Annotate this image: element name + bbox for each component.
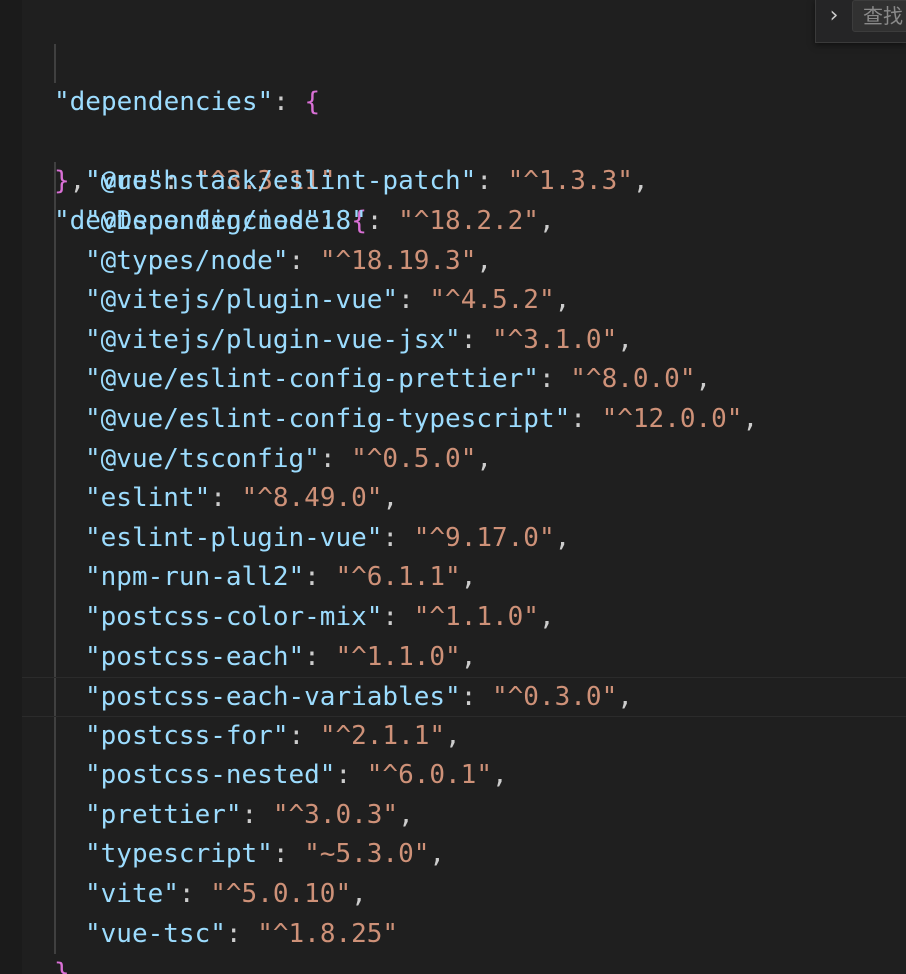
- json-key: "@vue/tsconfig": [85, 443, 320, 474]
- indent-guide: [54, 518, 56, 559]
- code-line[interactable]: "@vitejs/plugin-vue-jsx": "^3.1.0",: [0, 320, 906, 361]
- indent-guide: [54, 637, 56, 678]
- json-key: "vue-tsc": [85, 918, 226, 949]
- code-line[interactable]: "postcss-color-mix": "^1.1.0",: [0, 597, 906, 638]
- json-key: "eslint-plugin-vue": [85, 522, 383, 553]
- code-line[interactable]: "@vitejs/plugin-vue": "^4.5.2",: [0, 281, 906, 321]
- indent-guide: [54, 875, 56, 915]
- json-value: "^3.0.3": [272, 799, 399, 830]
- json-value: "^1.8.25": [257, 918, 399, 949]
- json-value: "^4.5.2": [429, 285, 555, 316]
- json-key: "postcss-each-variables": [85, 682, 461, 713]
- json-key: "@types/node": [85, 245, 289, 276]
- code-line-devdependencies-open[interactable]: "devDependencies": {: [0, 123, 906, 236]
- json-key: "eslint": [85, 483, 211, 514]
- code-line[interactable]: "eslint-plugin-vue": "^9.17.0",: [0, 518, 906, 559]
- json-value: "^18.19.3": [319, 245, 477, 276]
- json-value: "^1.1.0": [413, 601, 539, 632]
- code-line[interactable]: "prettier": "^3.0.3",: [0, 795, 906, 836]
- json-value: "^0.3.0": [492, 682, 618, 713]
- indent-guide: [54, 479, 56, 519]
- code-line[interactable]: "vue-tsc": "^1.8.25": [0, 914, 906, 955]
- json-value: "^8.0.0": [570, 364, 696, 395]
- indent-guide: [54, 399, 56, 440]
- json-key: "postcss-for": [85, 720, 289, 751]
- code-line[interactable]: "vite": "^5.0.10",: [0, 875, 906, 915]
- json-value: "^9.17.0": [413, 522, 555, 553]
- json-key: "npm-run-all2": [85, 562, 305, 593]
- json-key: "postcss-nested": [85, 760, 336, 791]
- indent-guide: [54, 201, 56, 242]
- json-value: "^0.5.0": [351, 443, 477, 474]
- indent-guide: [54, 716, 56, 757]
- code-line[interactable]: "@types/node": "^18.19.3",: [0, 241, 906, 282]
- json-value: "^12.0.0": [601, 403, 743, 434]
- indent-guide: [54, 162, 56, 202]
- json-key: "@vitejs/plugin-vue": [85, 285, 399, 316]
- code-line-dependencies-close[interactable]: },: [0, 83, 906, 196]
- indent-guide: [54, 795, 56, 836]
- code-line-dependencies-open[interactable]: "dependencies": {: [0, 4, 906, 117]
- devdependencies-entries: "@rushstack/eslint-patch": "^1.3.3", "@ts…: [0, 162, 906, 955]
- json-key: "@vue/eslint-config-prettier": [85, 364, 539, 395]
- indent-guide: [54, 43, 56, 84]
- indent-guide: [54, 597, 56, 638]
- json-key: "postcss-color-mix": [85, 601, 383, 632]
- code-line[interactable]: "eslint": "^8.49.0",: [0, 479, 906, 519]
- json-key: "@vitejs/plugin-vue-jsx": [85, 324, 461, 355]
- indent-guide: [54, 558, 56, 598]
- json-value: "~5.3.0": [304, 839, 430, 870]
- json-value: "^6.1.1": [335, 562, 461, 593]
- indent-guide: [54, 360, 56, 400]
- json-key: "prettier": [85, 799, 242, 830]
- code-line[interactable]: "@vue/tsconfig": "^0.5.0",: [0, 439, 906, 480]
- json-key: "@rushstack/eslint-patch": [85, 166, 477, 197]
- json-key: "typescript": [85, 839, 273, 870]
- code-editor[interactable]: "dependencies": { "vue": "^3.3.11" }, "d…: [0, 0, 906, 974]
- code-line[interactable]: "@rushstack/eslint-patch": "^1.3.3",: [0, 162, 906, 202]
- json-value: "^1.3.3": [507, 166, 633, 197]
- json-key: "@tsconfig/node18": [85, 205, 367, 236]
- json-value: "^6.0.1": [366, 760, 492, 791]
- json-value: "^5.0.10": [210, 879, 352, 910]
- code-line[interactable]: "postcss-each": "^1.1.0",: [0, 637, 906, 678]
- chevron-right-icon[interactable]: ›: [822, 2, 846, 30]
- indent-guide: [54, 439, 56, 480]
- indent-guide: [54, 241, 56, 282]
- indent-guide: [54, 914, 56, 955]
- code-line[interactable]: "@vue/eslint-config-prettier": "^8.0.0",: [0, 360, 906, 400]
- code-line[interactable]: "npm-run-all2": "^6.1.1",: [0, 558, 906, 598]
- code-line[interactable]: "@vue/eslint-config-typescript": "^12.0.…: [0, 399, 906, 440]
- json-key: "@vue/eslint-config-typescript": [85, 403, 571, 434]
- code-line[interactable]: "vue": "^3.3.11": [0, 43, 906, 196]
- json-value: "^1.1.0": [335, 641, 461, 672]
- code-line[interactable]: "postcss-for": "^2.1.1",: [0, 716, 906, 757]
- find-input[interactable]: 查找: [852, 0, 906, 32]
- code-line[interactable]: "postcss-nested": "^6.0.1",: [0, 756, 906, 796]
- code-lines: "dependencies": { "vue": "^3.3.11" }, "d…: [0, 4, 906, 955]
- json-value: "^8.49.0": [241, 483, 383, 514]
- json-key: "postcss-each": [85, 641, 305, 672]
- indent-guide: [54, 320, 56, 361]
- code-line[interactable]: "typescript": "~5.3.0",: [0, 835, 906, 876]
- indent-guide: [54, 281, 56, 321]
- find-widget: › 查找: [815, 0, 906, 43]
- indent-guide: [54, 756, 56, 796]
- code-line[interactable]: "postcss-each-variables": "^0.3.0",: [22, 677, 906, 717]
- indent-guide: [54, 678, 56, 716]
- json-value: "^2.1.1": [319, 720, 446, 751]
- indent-guide: [54, 835, 56, 876]
- code-line[interactable]: "@tsconfig/node18": "^18.2.2",: [0, 201, 906, 242]
- partial-close-brace: }: [54, 958, 70, 974]
- json-value: "^3.1.0": [492, 324, 618, 355]
- json-key: "vite": [85, 879, 179, 910]
- json-value: "^18.2.2": [398, 205, 539, 236]
